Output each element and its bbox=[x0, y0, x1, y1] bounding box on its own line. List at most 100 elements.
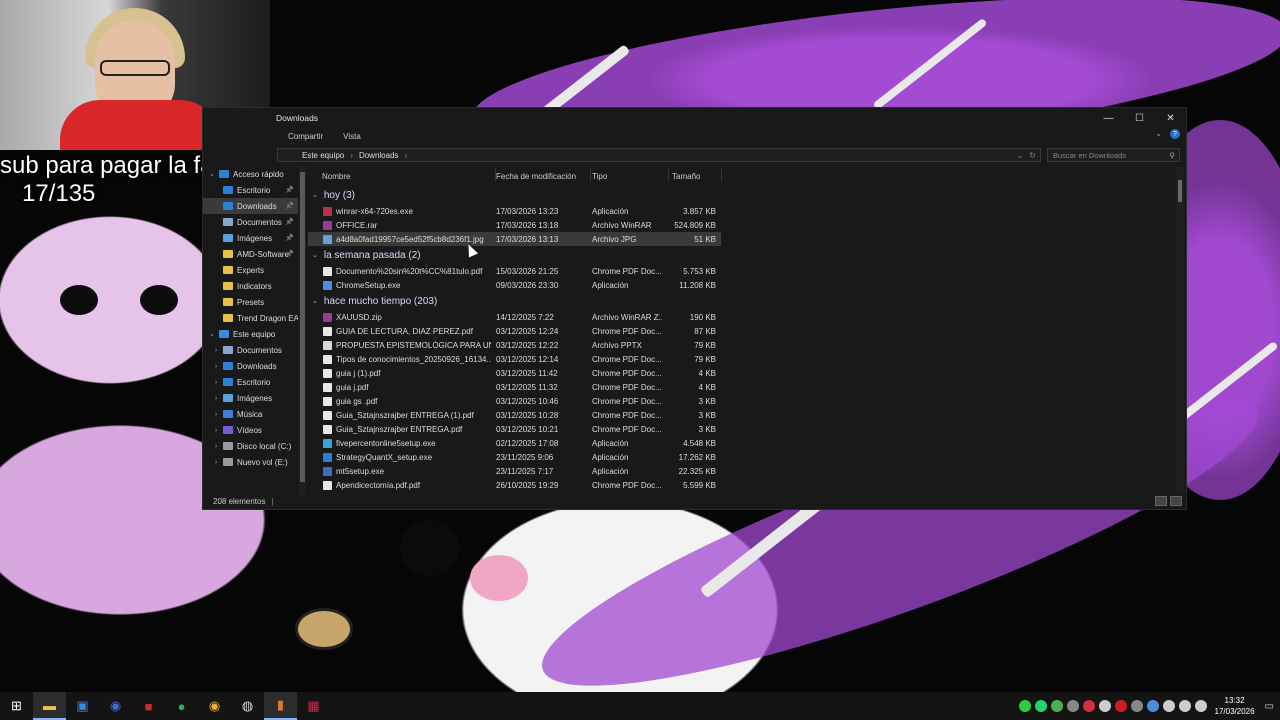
file-row[interactable]: a4d8a0fad19957ce5ed52f5cb8d236f1.jpg 17/0… bbox=[308, 232, 721, 246]
tray-app-icon[interactable] bbox=[1034, 700, 1047, 712]
sidebar-item-disco-local-c-[interactable]: › Disco local (C:) bbox=[203, 438, 298, 454]
file-row[interactable]: OFFICE.rar 17/03/2026 13:18 Archivo WinRAR… bbox=[308, 218, 1186, 232]
file-list-scrollbar[interactable] bbox=[1176, 166, 1184, 492]
sidebar-item-este-equipo[interactable]: ⌄ Este equipo bbox=[203, 326, 298, 342]
sidebar-item-im-genes[interactable]: › Imágenes bbox=[203, 390, 298, 406]
column-divider[interactable] bbox=[668, 168, 669, 182]
chevron-right-icon[interactable]: › bbox=[211, 411, 221, 418]
file-row[interactable]: fivepercentonline5setup.exe 02/12/2025 17… bbox=[308, 436, 1186, 450]
tab-view[interactable]: Vista bbox=[343, 132, 361, 141]
scrollbar-thumb[interactable] bbox=[300, 172, 305, 482]
winrar-icon[interactable]: ▦ bbox=[297, 692, 330, 720]
sidebar-item-documentos[interactable]: Documentos 📌 bbox=[203, 214, 298, 230]
column-type[interactable]: Tipo bbox=[592, 172, 607, 181]
windows-start-icon[interactable]: ⊞ bbox=[0, 692, 33, 720]
file-row[interactable]: guia j (1).pdf 03/12/2025 11:42 Chrome PDF… bbox=[308, 366, 1186, 380]
refresh-icon[interactable]: ↻ bbox=[1029, 151, 1036, 160]
column-name[interactable]: Nombre bbox=[322, 172, 350, 181]
app-red-icon[interactable]: ■ bbox=[132, 692, 165, 720]
file-row[interactable]: Guia_Sztajnszrajber ENTREGA (1).pdf 03/12… bbox=[308, 408, 1186, 422]
chevron-down-icon[interactable]: ⌄ bbox=[312, 297, 318, 305]
tray-app-icon[interactable] bbox=[1098, 700, 1111, 712]
window-titlebar[interactable]: Downloads bbox=[203, 108, 1186, 128]
column-divider[interactable] bbox=[590, 168, 591, 182]
address-bar[interactable]: Este equipo › Downloads › ⌄ ↻ bbox=[277, 148, 1041, 162]
sidebar-item-escritorio[interactable]: › Escritorio bbox=[203, 374, 298, 390]
search-icon[interactable]: ⚲ bbox=[1170, 151, 1176, 160]
sidebar-item-downloads[interactable]: Downloads 📌 bbox=[203, 198, 298, 214]
chevron-right-icon[interactable]: › bbox=[211, 427, 221, 434]
chevron-down-icon[interactable]: ⌄ bbox=[207, 170, 217, 178]
sidebar-item-acceso-r-pido[interactable]: ⌄ Acceso rápido bbox=[203, 166, 298, 182]
chevron-down-icon[interactable]: ⌄ bbox=[1017, 151, 1024, 160]
help-icon[interactable]: ? bbox=[1170, 129, 1180, 139]
tray-app-icon[interactable] bbox=[1162, 700, 1175, 712]
file-row[interactable]: XAUUSD.zip 14/12/2025 7:22 Archivo WinRAR … bbox=[308, 310, 1186, 324]
chevron-right-icon[interactable]: › bbox=[211, 363, 221, 370]
chevron-right-icon[interactable]: › bbox=[211, 459, 221, 466]
tray-app-icon[interactable] bbox=[1082, 700, 1095, 712]
file-row[interactable]: ChromeSetup.exe 09/03/2026 23:30 Aplicació… bbox=[308, 278, 1186, 292]
spotify-icon[interactable]: ● bbox=[165, 692, 198, 720]
file-row[interactable]: guia gs .pdf 03/12/2025 10:46 Chrome PDF D… bbox=[308, 394, 1186, 408]
group-header[interactable]: ⌄ hoy (3) bbox=[308, 186, 1186, 204]
chevron-right-icon[interactable]: › bbox=[211, 347, 221, 354]
tray-app-icon[interactable] bbox=[1114, 700, 1127, 712]
sidebar-item-indicators[interactable]: Indicators bbox=[203, 278, 298, 294]
group-header[interactable]: ⌄ hace mucho tiempo (203) bbox=[308, 292, 1186, 310]
breadcrumb-this-pc[interactable]: Este equipo bbox=[302, 151, 344, 160]
chevron-down-icon[interactable]: ⌄ bbox=[207, 330, 217, 338]
file-row[interactable]: Apendicectomía.pdf.pdf 26/10/2025 19:29 Ch… bbox=[308, 478, 1186, 492]
navigation-scrollbar[interactable] bbox=[299, 166, 306, 496]
sidebar-item-trend-dragon-ea[interactable]: Trend Dragon EA bbox=[203, 310, 298, 326]
sidebar-item-presets[interactable]: Presets bbox=[203, 294, 298, 310]
tray-app-icon[interactable] bbox=[1066, 700, 1079, 712]
chevron-right-icon[interactable]: › bbox=[211, 443, 221, 450]
file-row[interactable]: PROPUESTA EPISTEMOLÓGICA PARA UN... 03/12… bbox=[308, 338, 1186, 352]
clock[interactable]: 13:32 17/03/2026 bbox=[1215, 695, 1255, 717]
sidebar-item-amd-software[interactable]: AMD-Software 📌 bbox=[203, 246, 298, 262]
sidebar-item-m-sica[interactable]: › Música bbox=[203, 406, 298, 422]
sidebar-item-downloads[interactable]: › Downloads bbox=[203, 358, 298, 374]
obs-icon[interactable]: ◍ bbox=[231, 692, 264, 720]
group-header[interactable]: ⌄ la semana pasada (2) bbox=[308, 246, 1186, 264]
file-row[interactable]: Guia_Sztajnszrajber ENTREGA.pdf 03/12/202… bbox=[308, 422, 1186, 436]
notifications-icon[interactable]: ▭ bbox=[1265, 701, 1274, 712]
chevron-down-icon[interactable]: ⌄ bbox=[312, 191, 318, 199]
scrollbar-thumb[interactable] bbox=[1178, 180, 1182, 202]
tray-app-icon[interactable] bbox=[1178, 700, 1191, 712]
tray-app-icon[interactable] bbox=[1018, 700, 1031, 712]
chevron-down-icon[interactable]: ⌄ bbox=[1155, 129, 1162, 139]
sidebar-item-im-genes[interactable]: Imágenes 📌 bbox=[203, 230, 298, 246]
sidebar-item-documentos[interactable]: › Documentos bbox=[203, 342, 298, 358]
details-view-icon[interactable] bbox=[1155, 496, 1167, 506]
column-divider[interactable] bbox=[721, 168, 722, 182]
sidebar-item-experts[interactable]: Experts bbox=[203, 262, 298, 278]
close-button[interactable]: ✕ bbox=[1155, 108, 1186, 128]
sidebar-item-escritorio[interactable]: Escritorio 📌 bbox=[203, 182, 298, 198]
tray-app-icon[interactable] bbox=[1194, 700, 1207, 712]
sidebar-item-v-deos[interactable]: › Vídeos bbox=[203, 422, 298, 438]
file-row[interactable]: GUIA DE LECTURA, DIAZ PEREZ.pdf 03/12/202… bbox=[308, 324, 1186, 338]
file-row[interactable]: Documento%20sin%20t%CC%81tulo.pdf 15/03/2… bbox=[308, 264, 1186, 278]
file-explorer-icon[interactable]: ▬ bbox=[33, 692, 66, 720]
tab-share[interactable]: Compartir bbox=[288, 132, 323, 141]
store-icon[interactable]: ▣ bbox=[66, 692, 99, 720]
large-icons-view-icon[interactable] bbox=[1170, 496, 1182, 506]
chrome-icon[interactable]: ◉ bbox=[198, 692, 231, 720]
file-row[interactable]: Tipos de conocimientos_20250926_16134...… bbox=[308, 352, 1186, 366]
file-row[interactable]: guia j.pdf 03/12/2025 11:32 Chrome PDF Doc… bbox=[308, 380, 1186, 394]
file-row[interactable]: StrategyQuantX_setup.exe 23/11/2025 9:06 A… bbox=[308, 450, 1186, 464]
minimize-button[interactable]: — bbox=[1093, 108, 1124, 128]
sidebar-item-nuevo-vol-e-[interactable]: › Nuevo vol (E:) bbox=[203, 454, 298, 470]
tray-app-icon[interactable] bbox=[1050, 700, 1063, 712]
search-input[interactable]: Buscar en Downloads ⚲ bbox=[1047, 148, 1180, 162]
chrome-profile-icon[interactable]: ◉ bbox=[99, 692, 132, 720]
file-row[interactable]: winrar-x64-720es.exe 17/03/2026 13:23 Apli… bbox=[308, 204, 1186, 218]
maximize-button[interactable]: ☐ bbox=[1124, 108, 1155, 128]
breadcrumb-downloads[interactable]: Downloads bbox=[359, 151, 399, 160]
chevron-right-icon[interactable]: › bbox=[211, 379, 221, 386]
tray-app-icon[interactable] bbox=[1130, 700, 1143, 712]
column-date[interactable]: Fecha de modificación bbox=[496, 172, 576, 181]
chevron-down-icon[interactable]: ⌄ bbox=[312, 251, 318, 259]
